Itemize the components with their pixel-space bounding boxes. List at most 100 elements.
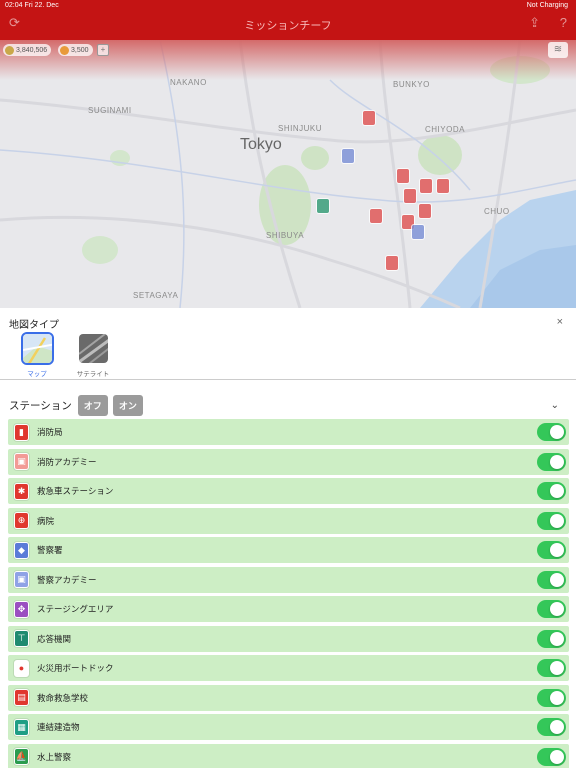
station-label: 応答機関 (37, 633, 72, 644)
map-marker-fire-station[interactable] (403, 188, 417, 204)
map-label-shibuya: SHIBUYA (266, 231, 305, 240)
station-row: ✱ 救急車ステーション (8, 478, 569, 504)
map-settings-sheet: 地図タイプ × マップ サテライト ステーション オフ オン ⌄ ▮ 消防局 ▣… (0, 308, 576, 768)
map-label-tokyo: Tokyo (240, 136, 282, 153)
police-station-icon: ◆ (14, 541, 29, 559)
station-label: 火災用ボートドック (37, 663, 114, 673)
satellite-thumbnail-icon (77, 332, 110, 365)
map-marker-ems-school[interactable] (385, 255, 399, 271)
station-row: ▤ 救命救急学校 (8, 684, 569, 711)
station-label: ステージングエリア (37, 604, 114, 614)
hospital-icon: ⊕ (14, 512, 29, 529)
station-label: 水上警察 (37, 751, 72, 762)
status-battery: Not Charging (526, 2, 568, 9)
station-toggle-switch[interactable] (537, 600, 566, 618)
all-on-button[interactable]: オン (112, 394, 143, 416)
ambulance-station-icon: ✱ (14, 482, 29, 500)
close-icon[interactable]: × (557, 316, 563, 328)
map-label-shinjuku: SHINJUKU (278, 124, 323, 133)
divider (0, 379, 576, 380)
help-icon[interactable]: ? (560, 16, 567, 30)
share-icon[interactable]: ⇪ (529, 16, 540, 30)
map-label-setagaya: SETAGAYA (133, 291, 179, 300)
top-bar: 02:04 Fri 22. Dec Not Charging ⟳ ミッションチー… (0, 0, 576, 40)
station-row: ⊤ 応答機関 (8, 625, 569, 652)
station-toggle-switch[interactable] (537, 452, 566, 471)
map-marker-fire-station[interactable] (362, 110, 376, 126)
map-label-chiyoda: CHIYODA (425, 125, 465, 134)
station-toggle-switch[interactable] (537, 718, 566, 736)
station-label: 消防アカデミー (37, 456, 97, 467)
maptype-label: サテライト (76, 371, 110, 378)
station-toggle-switch[interactable] (537, 511, 566, 530)
status-bar: 02:04 Fri 22. Dec Not Charging (0, 2, 576, 12)
credits-value: 3,840,506 (16, 46, 48, 54)
map-marker-ambulance-station[interactable] (419, 178, 433, 194)
station-list: ▮ 消防局 ▣ 消防アカデミー ✱ 救急車ステーション ⊕ 病院 ◆ 警察署 ▣ 警察アカデミー ✥ ステ… (8, 419, 569, 768)
station-label: 消防局 (37, 427, 63, 437)
station-row: ⊕ 病院 (8, 507, 569, 534)
coins-icon (60, 45, 69, 55)
map-marker-police-station[interactable] (341, 148, 355, 164)
map-label-bunkyo: BUNKYO (393, 80, 430, 89)
map-label-suginami: SUGINAMI (88, 106, 132, 115)
station-toggle-switch[interactable] (537, 482, 566, 500)
station-toggle-switch[interactable] (537, 541, 566, 559)
coins-badge: 3,500 (58, 44, 93, 56)
map-marker-fire-station[interactable] (369, 208, 383, 224)
map-label-chuo: CHUO (484, 207, 510, 216)
station-toggle-switch[interactable] (537, 629, 566, 648)
stations-header: ステーション オフ オン (9, 394, 148, 416)
status-time: 02:04 Fri 22. Dec (5, 2, 59, 9)
maptype-option-map[interactable]: マップ (17, 332, 57, 378)
station-label: 病院 (37, 515, 55, 526)
stations-title: ステーション (9, 399, 72, 412)
map-marker-police-academy[interactable] (411, 224, 425, 240)
maptype-option-satellite[interactable]: サテライト (73, 332, 113, 378)
station-label: 救命救急学校 (37, 692, 89, 703)
add-coins-button[interactable]: + (97, 44, 109, 56)
maptype-title: 地図タイプ (9, 320, 59, 331)
station-row: ● 火災用ボートドック (8, 655, 569, 681)
layers-icon[interactable]: ≋ (548, 42, 568, 58)
connected-building-icon: ▦ (14, 718, 29, 736)
map-view[interactable]: NAKANO SUGINAMI SHINJUKU BUNKYO CHIYODA … (0, 40, 576, 308)
map-marker-fire-academy[interactable] (418, 203, 432, 219)
station-toggle-switch[interactable] (537, 570, 566, 589)
station-label: 連結建造物 (37, 722, 80, 732)
station-row: ▣ 消防アカデミー (8, 448, 569, 475)
station-row: ⛵ 水上警察 (8, 743, 569, 768)
water-police-icon: ⛵ (14, 748, 29, 765)
credits-badge: 3,840,506 (3, 44, 52, 56)
fire-boat-dock-icon: ● (14, 659, 29, 677)
station-row: ▣ 警察アカデミー (8, 566, 569, 593)
credits-icon (5, 45, 14, 55)
fire-station-icon: ▮ (14, 423, 29, 441)
staging-area-icon: ✥ (14, 600, 29, 618)
dispatch-center-icon: ⊤ (14, 630, 29, 647)
police-academy-icon: ▣ (14, 571, 29, 588)
station-label: 救急車ステーション (37, 486, 114, 496)
map-thumbnail-icon (20, 332, 54, 365)
ems-school-icon: ▤ (14, 689, 29, 706)
map-marker-fire-station[interactable] (396, 168, 410, 184)
fire-academy-icon: ▣ (14, 453, 29, 470)
map-marker-dispatch-center[interactable] (316, 198, 330, 214)
station-toggle-switch[interactable] (537, 747, 566, 766)
all-off-button[interactable]: オフ (77, 394, 108, 416)
chevron-double-down-icon[interactable]: ⌄ (551, 400, 559, 411)
station-row: ◆ 警察署 (8, 537, 569, 563)
maptype-label: マップ (27, 371, 47, 378)
station-row: ▦ 連結建造物 (8, 714, 569, 740)
station-label: 警察署 (37, 545, 63, 555)
station-toggle-switch[interactable] (537, 688, 566, 707)
station-toggle-switch[interactable] (537, 423, 566, 441)
map-marker-ambulance-station[interactable] (436, 178, 450, 194)
coins-value: 3,500 (71, 46, 89, 54)
map-label-nakano: NAKANO (170, 78, 207, 87)
station-row: ▮ 消防局 (8, 419, 569, 445)
station-toggle-switch[interactable] (537, 659, 566, 677)
station-label: 警察アカデミー (37, 574, 97, 585)
page-title: ミッションチーフ (244, 20, 332, 32)
map-background (0, 40, 576, 308)
